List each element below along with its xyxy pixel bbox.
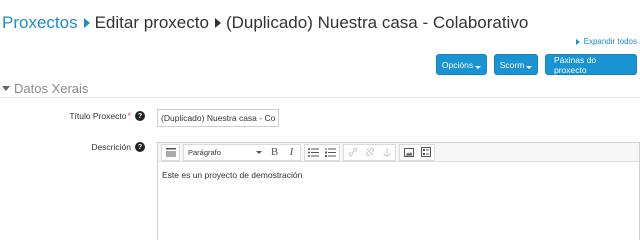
caret-down-icon bbox=[2, 86, 10, 91]
paragraph-format-select[interactable]: Parágrafo bbox=[184, 145, 266, 160]
caret-down-icon bbox=[256, 150, 262, 154]
section-header-general-data[interactable]: Datos Xerais bbox=[2, 81, 88, 96]
description-field-label: Descrición ? bbox=[91, 142, 145, 152]
breadcrumb-current-project: (Duplicado) Nuestra casa - Colaborativo bbox=[225, 13, 529, 32]
scorm-button-label: Scorm bbox=[499, 59, 525, 70]
caret-down-icon bbox=[475, 65, 482, 69]
title-label-text: Título Proxecto bbox=[69, 111, 127, 121]
caret-down-icon bbox=[526, 65, 533, 69]
toolbar-group-links bbox=[343, 143, 396, 161]
options-button-label: Opcións bbox=[441, 59, 474, 70]
toolbar-group-format: Parágrafo B I bbox=[183, 143, 301, 161]
description-label-text: Descrición bbox=[91, 142, 131, 152]
title-field-label: Título Proxecto * ? bbox=[69, 111, 145, 121]
project-pages-button-label: Páxinas do proxecto bbox=[554, 54, 597, 75]
unordered-list-icon[interactable] bbox=[305, 145, 322, 160]
editor-content-text: Este es un proyecto de demostración bbox=[162, 170, 303, 180]
caret-right-icon bbox=[575, 38, 580, 45]
section-divider bbox=[0, 97, 640, 98]
image-icon[interactable] bbox=[400, 145, 417, 160]
expand-all-link[interactable]: Expandir todos bbox=[575, 37, 637, 46]
project-pages-button[interactable]: Páxinas do proxecto bbox=[545, 54, 637, 75]
unlink-icon[interactable] bbox=[361, 145, 378, 160]
section-title: Datos Xerais bbox=[14, 81, 89, 96]
scorm-button[interactable]: Scorm bbox=[494, 54, 538, 75]
help-icon[interactable]: ? bbox=[135, 111, 145, 121]
action-buttons: Opcións Scorm Páxinas do proxecto bbox=[436, 54, 637, 75]
options-button[interactable]: Opcións bbox=[436, 54, 487, 75]
breadcrumb-edit-project: Editar proxecto bbox=[94, 13, 209, 32]
link-icon[interactable] bbox=[344, 145, 361, 160]
media-icon[interactable] bbox=[417, 145, 434, 160]
project-title-input[interactable] bbox=[157, 109, 279, 127]
expand-all-label[interactable]: Expandir todos bbox=[584, 37, 637, 46]
toolbar-group-media bbox=[399, 143, 435, 161]
anchor-icon[interactable] bbox=[378, 145, 395, 160]
breadcrumb-projects-link[interactable]: Proxectos bbox=[2, 13, 78, 33]
editor-content-area[interactable]: Este es un proyecto de demostración bbox=[158, 162, 639, 188]
breadcrumb: Proxectos Editar proxecto (Duplicado) Nu… bbox=[2, 11, 528, 35]
italic-icon[interactable]: I bbox=[283, 145, 300, 160]
ordered-list-icon[interactable] bbox=[322, 145, 339, 160]
toolbar-toggle-icon[interactable] bbox=[162, 145, 179, 160]
chevron-right-icon bbox=[83, 18, 90, 28]
paragraph-format-label: Parágrafo bbox=[188, 147, 221, 157]
description-editor: Parágrafo B I Este es un proyecto de dem… bbox=[157, 142, 640, 240]
toolbar-group-lists bbox=[304, 143, 340, 161]
editor-toolbar: Parágrafo B I bbox=[158, 143, 639, 162]
help-icon[interactable]: ? bbox=[135, 142, 145, 152]
bold-icon[interactable]: B bbox=[266, 145, 283, 160]
chevron-right-icon bbox=[214, 18, 221, 28]
toolbar-group-toggle bbox=[161, 143, 180, 161]
required-marker: * bbox=[127, 111, 131, 121]
